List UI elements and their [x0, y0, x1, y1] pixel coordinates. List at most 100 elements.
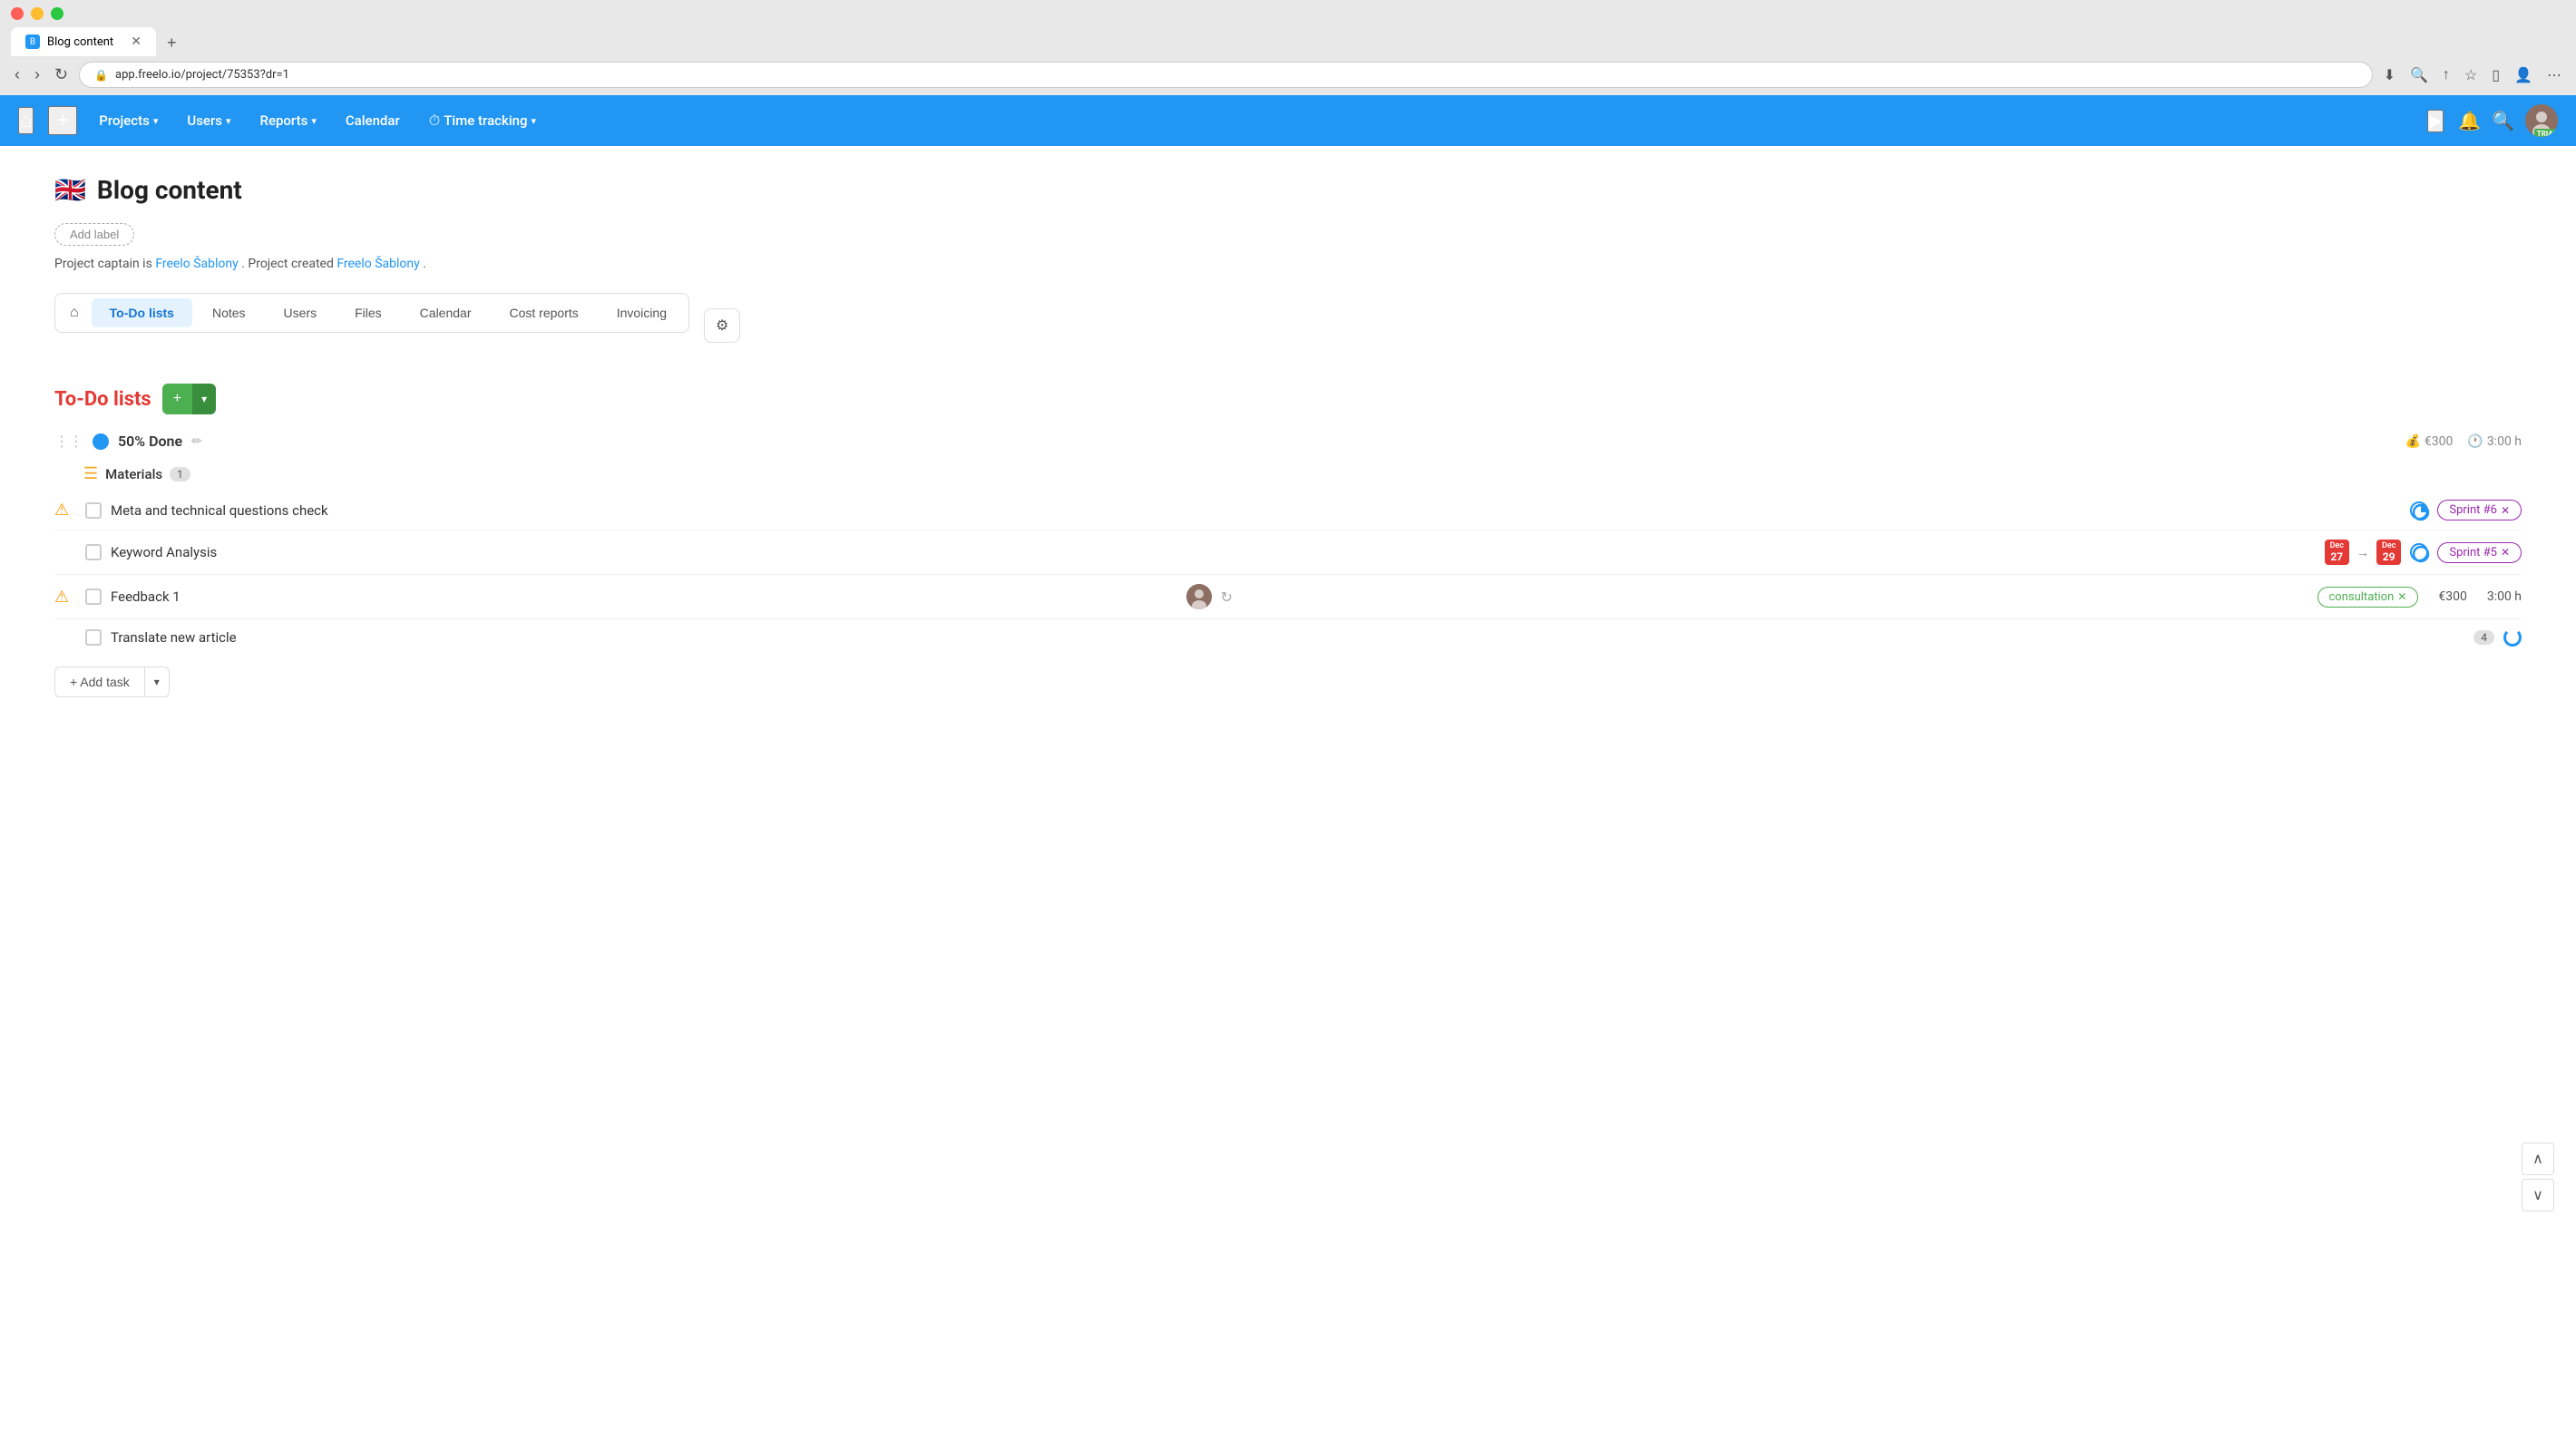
traffic-light-yellow[interactable]: [31, 7, 44, 20]
profile-icon[interactable]: 👤: [2511, 63, 2536, 88]
loading-circle-icon: [2503, 628, 2522, 647]
sprint-badge[interactable]: Sprint #6 ✕: [2437, 500, 2522, 520]
notifications-button[interactable]: 🔔: [2458, 110, 2481, 132]
scroll-up-button[interactable]: ∧: [2522, 1143, 2554, 1175]
sprint-close-icon[interactable]: ✕: [2501, 546, 2510, 559]
chevron-down-icon: ▾: [532, 115, 537, 127]
extensions-icon[interactable]: ⋯: [2543, 63, 2565, 88]
tab-calendar[interactable]: Calendar: [402, 298, 490, 327]
tab-files[interactable]: Files: [337, 298, 400, 327]
forward-button[interactable]: ›: [31, 62, 44, 88]
traffic-light-green[interactable]: [51, 7, 63, 20]
materials-count-badge: 1: [170, 467, 190, 482]
todo-list-item: ⋮⋮ 50% Done ✏ 💰 €300 🕐 3:00 h ☰: [54, 433, 2522, 697]
todo-cost: 💰 €300: [2405, 434, 2453, 449]
chevron-down-icon: ▾: [311, 115, 317, 127]
address-bar[interactable]: 🔒 app.freelo.io/project/75353?dr=1: [79, 62, 2373, 88]
refresh-button[interactable]: ↻: [51, 62, 72, 88]
task-row: ⚠ Meta and technical questions check Spr…: [54, 491, 2522, 530]
consultation-close-icon[interactable]: ✕: [2397, 590, 2406, 603]
task-checkbox[interactable]: [85, 629, 102, 646]
consultation-badge[interactable]: consultation ✕: [2317, 587, 2419, 608]
status-dot: [93, 433, 109, 450]
materials-label[interactable]: Materials: [105, 466, 162, 482]
task-count-badge: 4: [2474, 630, 2494, 645]
task-row: Keyword Analysis Dec 27 → Dec 29: [54, 530, 2522, 575]
nav-projects[interactable]: Projects ▾: [92, 98, 165, 143]
trial-badge: TRIAL: [2534, 129, 2558, 137]
active-browser-tab[interactable]: B Blog content ✕: [11, 27, 156, 56]
tab-todo-lists[interactable]: To-Do lists: [92, 298, 192, 327]
scroll-down-button[interactable]: ∨: [2522, 1179, 2554, 1211]
task-checkbox[interactable]: [85, 502, 102, 519]
task-status-circle[interactable]: [2410, 543, 2428, 561]
add-todo-dropdown-button[interactable]: ▾: [192, 384, 216, 414]
materials-row: ☰ Materials 1: [54, 457, 2522, 491]
captain-link[interactable]: Freelo Šablony: [155, 257, 238, 271]
tab-notes[interactable]: Notes: [194, 298, 264, 327]
url-text: app.freelo.io/project/75353?dr=1: [115, 68, 289, 82]
chevron-up-icon: ∧: [2532, 1150, 2543, 1168]
tab-close-button[interactable]: ✕: [131, 34, 141, 49]
date-to-badge: Dec 29: [2376, 540, 2401, 565]
created-link[interactable]: Freelo Šablony: [337, 257, 419, 271]
project-flag: 🇬🇧: [54, 175, 86, 205]
add-todo-list-button[interactable]: +: [162, 384, 192, 414]
chevron-down-icon: ∨: [2532, 1186, 2543, 1204]
edit-icon[interactable]: ✏: [191, 434, 202, 449]
home-button[interactable]: ⌂: [18, 107, 34, 134]
nav-users[interactable]: Users ▾: [180, 98, 238, 143]
tab-users[interactable]: Users: [266, 298, 336, 327]
chevron-down-icon: ▾: [153, 115, 159, 127]
date-arrow-icon: →: [2356, 545, 2369, 560]
user-avatar[interactable]: TRIAL: [2525, 104, 2558, 137]
warning-icon: ⚠: [54, 588, 76, 607]
settings-icon: ⚙: [716, 318, 728, 334]
task-status-circle[interactable]: [2410, 501, 2428, 520]
translate-task-row: Translate new article 4: [54, 619, 2522, 656]
traffic-light-red[interactable]: [11, 7, 24, 20]
drag-handle-icon[interactable]: ⋮⋮: [54, 433, 83, 450]
play-icon: ▶: [2429, 112, 2442, 130]
todo-list-title[interactable]: 50% Done: [118, 433, 182, 450]
nav-reports[interactable]: Reports ▾: [253, 98, 324, 143]
add-task-dropdown-button[interactable]: ▾: [145, 666, 170, 697]
nav-calendar[interactable]: Calendar: [338, 98, 407, 143]
project-tabs: ⌂ To-Do lists Notes Users Files Calendar…: [54, 293, 689, 333]
tab-invoicing[interactable]: Invoicing: [599, 298, 685, 327]
task-checkbox[interactable]: [85, 589, 102, 605]
chevron-down-icon: ▾: [226, 115, 231, 127]
share-icon[interactable]: ↑: [2439, 63, 2454, 87]
sidebar-toggle-icon[interactable]: ▯: [2488, 63, 2503, 88]
task-checkbox[interactable]: [85, 544, 102, 560]
nav-time-tracking[interactable]: ⏱ Time tracking ▾: [422, 97, 543, 144]
refresh-icon[interactable]: ↻: [1221, 589, 1233, 606]
play-button[interactable]: ▶: [2427, 110, 2444, 132]
search-button[interactable]: 🔍: [2492, 110, 2514, 132]
task-cost: €300: [2438, 589, 2466, 604]
sprint-badge[interactable]: Sprint #5 ✕: [2437, 542, 2522, 563]
add-label-button[interactable]: Add label: [54, 223, 134, 246]
home-icon: ⌂: [70, 305, 79, 320]
task-name[interactable]: Feedback 1: [111, 589, 1177, 605]
task-name[interactable]: Keyword Analysis: [111, 544, 2316, 560]
feedback-task-row: ⚠ Feedback 1 ↻ consultation ✕ €300: [54, 575, 2522, 619]
tab-home[interactable]: ⌂: [59, 297, 90, 328]
tab-cost-reports[interactable]: Cost reports: [492, 298, 597, 327]
clock-icon: ⏱: [429, 112, 440, 130]
global-add-button[interactable]: +: [48, 106, 77, 135]
sprint-close-icon[interactable]: ✕: [2501, 504, 2510, 517]
bookmark-icon[interactable]: ☆: [2461, 63, 2481, 88]
project-settings-button[interactable]: ⚙: [704, 308, 740, 343]
warning-icon: ⚠: [54, 501, 76, 520]
zoom-icon[interactable]: 🔍: [2406, 63, 2432, 88]
task-name[interactable]: Translate new article: [111, 629, 2464, 646]
add-task-button[interactable]: + Add task: [54, 666, 145, 697]
todo-section-title: To-Do lists: [54, 388, 151, 411]
back-button[interactable]: ‹: [11, 62, 24, 88]
task-name[interactable]: Meta and technical questions check: [111, 502, 2401, 519]
task-time: 3:00 h: [2487, 589, 2522, 604]
download-icon[interactable]: ⬇: [2380, 63, 2399, 88]
new-tab-button[interactable]: +: [160, 30, 184, 56]
tab-title: Blog content: [47, 35, 113, 49]
